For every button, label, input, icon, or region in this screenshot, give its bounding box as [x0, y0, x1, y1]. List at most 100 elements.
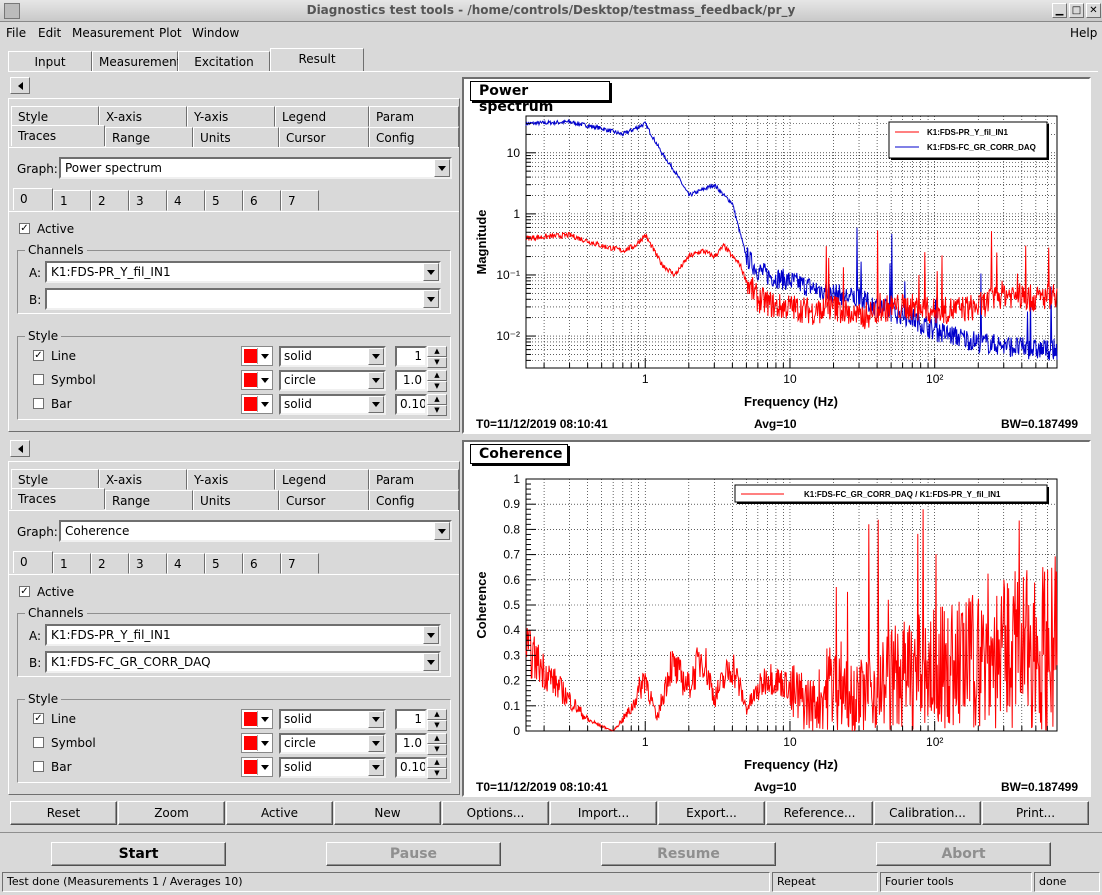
trace-tab-1[interactable]: 1 — [53, 190, 91, 211]
trace-tab-5[interactable]: 5 — [205, 553, 243, 574]
tab-y-axis[interactable]: Y-axis — [187, 469, 275, 490]
line-width-input[interactable]: 1 — [395, 709, 427, 730]
maximize-button[interactable]: □ — [1069, 3, 1084, 18]
active-checkbox[interactable]: ✓ — [19, 223, 30, 234]
bar-width-spinner[interactable]: ▲ ▼ — [427, 757, 447, 779]
pause-button[interactable]: Pause — [326, 842, 501, 866]
trace-tab-2[interactable]: 2 — [91, 190, 129, 211]
options-button[interactable]: Options... — [442, 801, 549, 825]
line-checkbox[interactable]: ✓ — [33, 713, 44, 724]
trace-tab-5[interactable]: 5 — [205, 190, 243, 211]
tab-style[interactable]: Style — [11, 106, 99, 127]
tab-x-axis[interactable]: X-axis — [99, 106, 187, 127]
resume-button[interactable]: Resume — [601, 842, 776, 866]
symbol-color-picker[interactable] — [241, 733, 273, 753]
reference-button[interactable]: Reference... — [766, 801, 873, 825]
tab-range[interactable]: Range — [105, 490, 193, 511]
print-button[interactable]: Print... — [982, 801, 1089, 825]
trace-tab-0[interactable]: 0 — [13, 188, 53, 210]
minimize-button[interactable]: ▁ — [1052, 3, 1067, 18]
new-button[interactable]: New — [334, 801, 441, 825]
tab-x-axis[interactable]: X-axis — [99, 469, 187, 490]
trace-tab-3[interactable]: 3 — [129, 190, 167, 211]
bar-style-select[interactable]: solid — [279, 757, 386, 778]
bar-checkbox[interactable] — [33, 398, 44, 409]
spin-up-icon[interactable]: ▲ — [427, 346, 447, 357]
tab-style[interactable]: Style — [11, 469, 99, 490]
dropdown-arrow-icon[interactable] — [368, 372, 384, 389]
power-spectrum-chart[interactable]: 1 10 10² 10 1 10⁻¹ 10⁻² K1:FDS-PR_Y_fil_IN1 K1… — [464, 79, 1089, 432]
spin-up-icon[interactable]: ▲ — [427, 757, 447, 768]
bar-style-select[interactable]: solid — [279, 394, 386, 415]
spin-up-icon[interactable]: ▲ — [427, 733, 447, 744]
spin-up-icon[interactable]: ▲ — [427, 709, 447, 720]
trace-tab-7[interactable]: 7 — [281, 553, 319, 574]
menu-help[interactable]: Help — [1070, 26, 1097, 40]
line-checkbox[interactable]: ✓ — [33, 350, 44, 361]
trace-tab-3[interactable]: 3 — [129, 553, 167, 574]
trace-tab-6[interactable]: 6 — [243, 553, 281, 574]
trace-tab-4[interactable]: 4 — [167, 190, 205, 211]
tab-y-axis[interactable]: Y-axis — [187, 106, 275, 127]
export-button[interactable]: Export... — [658, 801, 765, 825]
trace-tab-0[interactable]: 0 — [13, 551, 53, 573]
spin-down-icon[interactable]: ▼ — [427, 768, 447, 779]
dropdown-arrow-icon[interactable] — [423, 626, 439, 644]
tab-legend[interactable]: Legend — [275, 106, 369, 127]
symbol-size-spinner[interactable]: ▲ ▼ — [427, 733, 447, 755]
tab-config[interactable]: Config — [369, 127, 459, 148]
bar-width-input[interactable]: 0.10 — [395, 757, 427, 778]
dropdown-arrow-icon[interactable] — [368, 348, 384, 365]
coherence-chart[interactable]: 1 10 10² 1 0.9 0.8 0.7 0.6 0.5 0.4 0.3 0.2 0.1 0 K1:F… — [464, 442, 1089, 795]
close-button[interactable]: ✕ — [1086, 3, 1101, 18]
tab-traces[interactable]: Traces — [11, 488, 105, 509]
power-spectrum-plot[interactable]: Power spectrum 1 10 10² 10 1 10⁻¹ 10⁻² K1:FDS-… — [462, 77, 1091, 434]
dropdown-arrow-icon[interactable] — [434, 159, 450, 177]
channel-a-select[interactable]: K1:FDS-PR_Y_fil_IN1 — [45, 624, 441, 646]
line-width-spinner[interactable]: ▲ ▼ — [427, 709, 447, 731]
tab-input[interactable]: Input — [8, 51, 92, 72]
line-style-select[interactable]: solid — [279, 346, 386, 367]
symbol-style-select[interactable]: circle — [279, 370, 386, 391]
spin-down-icon[interactable]: ▼ — [427, 357, 447, 368]
tab-excitation[interactable]: Excitation — [178, 51, 270, 72]
symbol-size-input[interactable]: 1.0 — [395, 370, 427, 391]
tab-legend[interactable]: Legend — [275, 469, 369, 490]
calibration-button[interactable]: Calibration... — [874, 801, 981, 825]
symbol-size-spinner[interactable]: ▲ ▼ — [427, 370, 447, 392]
tab-traces[interactable]: Traces — [11, 125, 105, 146]
spin-down-icon[interactable]: ▼ — [427, 381, 447, 392]
dropdown-arrow-icon[interactable] — [368, 711, 384, 728]
abort-button[interactable]: Abort — [876, 842, 1051, 866]
dropdown-arrow-icon[interactable] — [434, 522, 450, 540]
symbol-style-select[interactable]: circle — [279, 733, 386, 754]
line-color-picker[interactable] — [241, 346, 273, 366]
dropdown-arrow-icon[interactable] — [368, 759, 384, 776]
line-width-input[interactable]: 1 — [395, 346, 427, 367]
bar-color-picker[interactable] — [241, 757, 273, 777]
channel-b-select[interactable] — [45, 288, 441, 310]
tab-measurement[interactable]: Measurement — [92, 51, 181, 72]
dropdown-arrow-icon[interactable] — [423, 263, 439, 281]
bar-color-picker[interactable] — [241, 394, 273, 414]
symbol-checkbox[interactable] — [33, 374, 44, 385]
tab-param[interactable]: Param — [369, 106, 459, 127]
symbol-checkbox[interactable] — [33, 737, 44, 748]
import-button[interactable]: Import... — [550, 801, 657, 825]
start-button[interactable]: Start — [51, 842, 226, 866]
dropdown-arrow-icon[interactable] — [423, 653, 439, 671]
channel-a-select[interactable]: K1:FDS-PR_Y_fil_IN1 — [45, 261, 441, 283]
menu-plot[interactable]: Plot — [159, 26, 182, 40]
trace-tab-1[interactable]: 1 — [53, 553, 91, 574]
bar-width-spinner[interactable]: ▲ ▼ — [427, 394, 447, 416]
spin-up-icon[interactable]: ▲ — [427, 370, 447, 381]
coherence-plot[interactable]: Coherence 1 10 10² 1 0.9 0.8 0.7 0.6 0.5 0.4 0.3 0.… — [462, 440, 1091, 797]
bar-checkbox[interactable] — [33, 761, 44, 772]
trace-tab-4[interactable]: 4 — [167, 553, 205, 574]
graph-select[interactable]: Coherence — [59, 520, 452, 542]
trace-tab-6[interactable]: 6 — [243, 190, 281, 211]
symbol-size-input[interactable]: 1.0 — [395, 733, 427, 754]
dropdown-arrow-icon[interactable] — [423, 290, 439, 308]
tab-units[interactable]: Units — [193, 490, 279, 511]
spin-down-icon[interactable]: ▼ — [427, 405, 447, 416]
